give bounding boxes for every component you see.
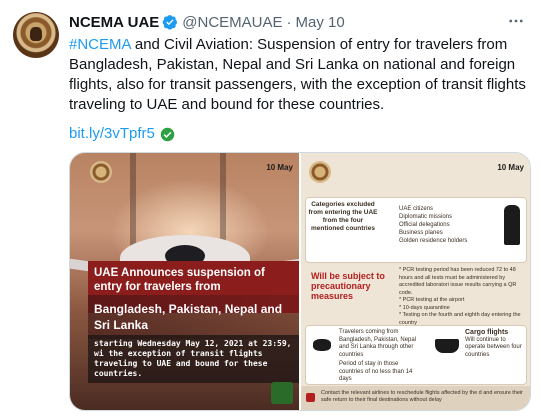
green-check-icon xyxy=(160,127,175,141)
ncema-seal-icon xyxy=(309,161,331,183)
plane-icon xyxy=(313,339,331,351)
starting-text: starting Wednesday May 12, 2021 at 23:59… xyxy=(88,335,299,383)
excluded-item: Business planes xyxy=(399,230,443,236)
image-date: 10 May xyxy=(497,163,524,172)
short-link[interactable]: bit.ly/3vTpfr5 xyxy=(69,124,155,144)
travelers-title: Travelers coming from Bangladesh, Pakist… xyxy=(339,329,417,358)
cargo-text: Cargo flights Will continue to operate b… xyxy=(465,329,527,359)
excluded-item: Official delegations xyxy=(399,222,450,228)
tweet-body: and Civil Aviation: Suspension of entry … xyxy=(69,36,526,113)
media-grid[interactable]: 10 May UAE Announces suspension of entry… xyxy=(69,152,531,411)
tweet-text: #NCEMA and Civil Aviation: Suspension of… xyxy=(69,35,531,115)
excluded-item: Diplomatic missions xyxy=(399,214,453,220)
tweet[interactable]: NCEMA UAE @NCEMAUAE · May 10 #NCEMA and … xyxy=(0,0,541,420)
more-options-icon[interactable] xyxy=(503,8,529,34)
requirement-item: * 10-days quarantine xyxy=(399,304,450,311)
falcon-emblem-icon xyxy=(30,27,42,41)
excluded-list: UAE citizens Diplomatic missions Officia… xyxy=(399,205,467,245)
requirement-item: * PCR testing period has been reduced 72… xyxy=(399,267,517,296)
verified-badge-icon xyxy=(162,15,178,30)
traveler-icon xyxy=(504,205,520,245)
excluded-item: UAE citizens xyxy=(399,206,434,212)
warning-icon xyxy=(306,393,315,402)
media-image-left[interactable]: 10 May UAE Announces suspension of entry… xyxy=(70,153,299,410)
requirements-list: * PCR testing period has been reduced 72… xyxy=(399,267,527,327)
tweet-header: NCEMA UAE @NCEMAUAE · May 10 xyxy=(69,12,529,32)
author-name[interactable]: NCEMA UAE xyxy=(69,14,159,31)
media-image-right[interactable]: 10 May Categories excluded from entering… xyxy=(301,153,530,410)
corner-logo-icon xyxy=(271,382,293,404)
link-line: bit.ly/3vTpfr5 xyxy=(69,124,175,144)
ncema-seal-icon xyxy=(90,161,112,183)
stay-text: Period of stay in those countries of no … xyxy=(339,361,413,382)
airline-contact-note: Contact the relevant airlines to resched… xyxy=(301,386,530,410)
image-date: 10 May xyxy=(266,163,293,172)
avatar[interactable] xyxy=(13,12,59,58)
tweet-date[interactable]: May 10 xyxy=(296,14,345,31)
cargo-body: Will continue to operate between four co… xyxy=(465,336,522,358)
cargo-title: Cargo flights xyxy=(465,329,509,336)
excluded-item: Golden residence holders xyxy=(399,238,468,244)
cargo-ship-icon xyxy=(435,339,459,353)
hashtag-link[interactable]: #NCEMA xyxy=(69,36,131,53)
requirement-item: * PCR testing at the airport xyxy=(399,297,465,303)
travelers-text: Travelers coming from Bangladesh, Pakist… xyxy=(339,329,417,384)
excluded-categories-title: Categories excluded from entering the UA… xyxy=(308,201,378,232)
author-handle[interactable]: @NCEMAUAE xyxy=(182,14,282,31)
countries-text: Bangladesh, Pakistan, Nepal and Sri Lank… xyxy=(88,295,299,339)
precautionary-title: Will be subject to precautionary measure… xyxy=(311,271,385,301)
separator-dot: · xyxy=(286,13,292,31)
